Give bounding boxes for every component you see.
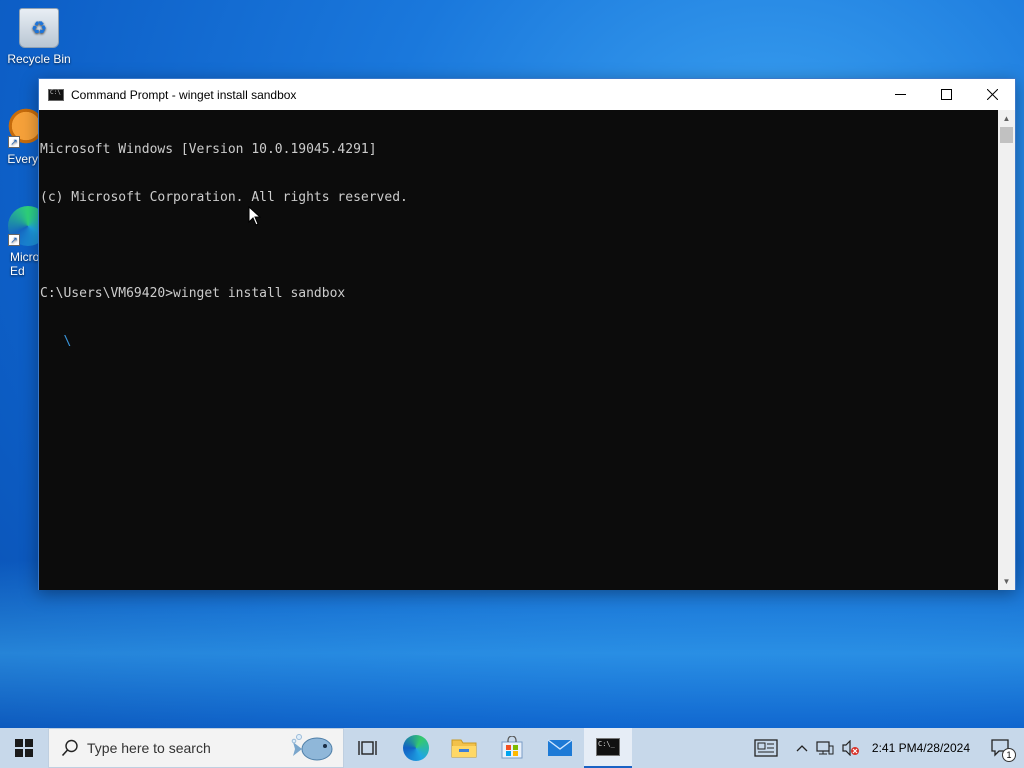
news-icon: [754, 739, 778, 757]
news-and-interests[interactable]: [748, 728, 784, 768]
volume-control[interactable]: [838, 728, 864, 768]
console-line: Microsoft Windows [Version 10.0.19045.42…: [40, 142, 377, 157]
mail-icon: [547, 739, 573, 756]
recycle-bin-icon: [19, 8, 59, 48]
edge-icon: [403, 735, 429, 761]
console-line: C:\Users\VM69420>winget install sandbox: [40, 286, 346, 301]
start-button[interactable]: [0, 728, 48, 768]
task-view-icon: [358, 741, 377, 755]
cmd-icon: C:\_: [596, 738, 620, 756]
clock-time: 2:41 PM: [871, 740, 917, 755]
close-icon: [986, 89, 998, 100]
taskbar-clock[interactable]: 2:41 PM 4/28/2024: [864, 728, 978, 768]
taskbar-file-explorer[interactable]: [440, 728, 488, 768]
desktop-icon-everything[interactable]: ↗ Every: [0, 108, 48, 166]
progress-spinner: \: [40, 334, 72, 349]
shortcut-arrow-icon: ↗: [8, 136, 20, 148]
network-status[interactable]: [812, 728, 838, 768]
windows-logo-icon: [15, 739, 33, 757]
desktop-icon-label: Recycle Bin: [7, 52, 71, 66]
close-button[interactable]: [969, 79, 1015, 110]
search-icon: [61, 739, 78, 757]
vertical-scrollbar[interactable]: ▲ ▼: [998, 110, 1015, 590]
taskbar-microsoft-store[interactable]: [488, 728, 536, 768]
minimize-icon: [894, 94, 906, 95]
cmd-icon: [48, 88, 64, 101]
network-icon: [816, 741, 834, 755]
taskbar-mail[interactable]: [536, 728, 584, 768]
desktop-icon-label: Micro Ed: [10, 250, 40, 278]
console-output[interactable]: Microsoft Windows [Version 10.0.19045.42…: [39, 110, 999, 590]
taskbar-search-box[interactable]: Type here to search: [48, 728, 344, 768]
clock-date: 4/28/2024: [916, 740, 970, 755]
desktop-icon-microsoft-edge[interactable]: ↗ Micro Ed: [0, 206, 48, 278]
minimize-button[interactable]: [877, 79, 923, 110]
show-hidden-icons[interactable]: [784, 728, 812, 768]
window-titlebar[interactable]: Command Prompt - winget install sandbox: [39, 79, 1015, 110]
store-icon: [501, 736, 523, 759]
chevron-up-icon: [796, 745, 808, 752]
window-title: Command Prompt - winget install sandbox: [71, 87, 297, 102]
scroll-up-icon[interactable]: ▲: [998, 110, 1015, 127]
taskbar-task-view[interactable]: [344, 728, 392, 768]
taskbar-edge[interactable]: [392, 728, 440, 768]
scroll-thumb[interactable]: [1000, 127, 1013, 143]
caption-buttons: [877, 79, 1015, 110]
notification-badge: 1: [1002, 748, 1016, 762]
system-tray: 2:41 PM 4/28/2024 1: [748, 728, 1024, 768]
maximize-button[interactable]: [923, 79, 969, 110]
maximize-icon: [940, 89, 952, 100]
search-placeholder: Type here to search: [87, 740, 211, 756]
console-line: (c) Microsoft Corporation. All rights re…: [40, 190, 408, 205]
search-highlight-fish-icon: [291, 734, 333, 761]
desktop-icon-recycle-bin[interactable]: Recycle Bin: [1, 8, 77, 66]
shortcut-arrow-icon: ↗: [8, 234, 20, 246]
command-prompt-window[interactable]: Command Prompt - winget install sandbox …: [38, 78, 1016, 590]
mouse-pointer-icon: [248, 206, 262, 226]
taskbar-command-prompt[interactable]: C:\_: [584, 728, 632, 768]
taskbar: Type here to search C:\_ 2:41 PM 4/28/20…: [0, 728, 1024, 768]
folder-icon: [451, 739, 477, 758]
volume-muted-icon: [842, 740, 859, 756]
desktop-icon-label: Every: [7, 152, 38, 166]
scroll-down-icon[interactable]: ▼: [998, 573, 1015, 590]
action-center-button[interactable]: 1: [978, 728, 1024, 768]
